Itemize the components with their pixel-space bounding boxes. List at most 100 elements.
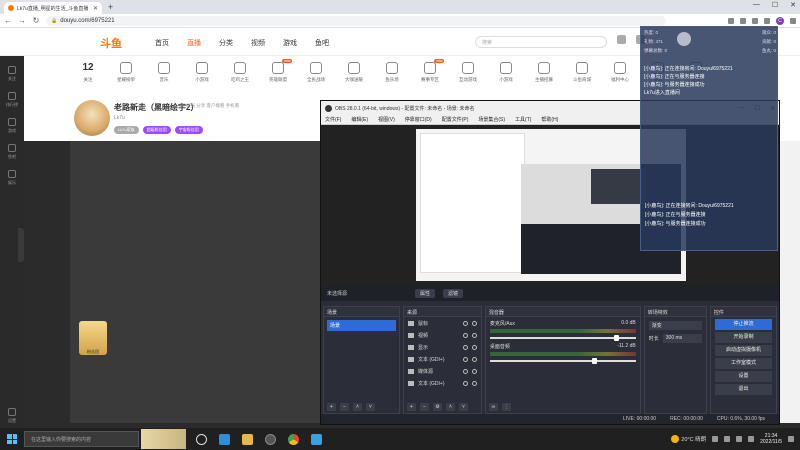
sidebar-item-entertainment[interactable]: 娱乐 (0, 170, 24, 186)
lock-icon[interactable] (471, 357, 477, 362)
volume-icon[interactable] (736, 436, 743, 442)
visibility-eye-icon[interactable] (462, 381, 468, 386)
lock-icon[interactable] (471, 333, 477, 338)
scene-item[interactable]: 场景 (327, 320, 396, 331)
streamer-avatar[interactable] (74, 100, 110, 136)
category-item[interactable]: 大咖送暖 (336, 62, 372, 83)
room-tag[interactable]: Lk7u家族 (114, 126, 139, 134)
danmaku-overlay[interactable]: 热度: 0 观众: 0 礼物: 471 贡献: 0 弹幕总数: 0 鱼丸: 0 [小鹿鸟]… (640, 26, 778, 251)
nav-fishbar[interactable]: 鱼吧 (315, 38, 329, 48)
source-item[interactable]: 文本 (GDI+) (407, 380, 477, 387)
obs-app-icon[interactable] (265, 433, 276, 445)
sidebar-toggle-icon[interactable] (764, 17, 770, 24)
clock[interactable]: 21:34 2022/11/5 (760, 433, 782, 445)
studio-mode-button[interactable]: 工作室模式 (714, 358, 772, 369)
nav-live[interactable]: 直播 (187, 38, 201, 48)
visibility-eye-icon[interactable] (462, 333, 468, 338)
reload-icon[interactable]: ↻ (32, 16, 40, 25)
app-icon[interactable] (311, 433, 322, 445)
host-name[interactable]: Lk7u (114, 115, 125, 121)
source-item[interactable]: 文本 (GDI+) (407, 356, 477, 363)
new-tab-button[interactable]: + (108, 2, 113, 12)
nav-category[interactable]: 分类 (219, 38, 233, 48)
filters-button[interactable]: 滤镜 (443, 288, 464, 298)
sidebar-item-rank[interactable]: 排行榜 (0, 92, 24, 108)
down-icon[interactable]: ˅ (458, 403, 468, 411)
maximize-button[interactable]: ☐ (772, 1, 778, 9)
volume-slider-knob[interactable] (613, 335, 619, 341)
minimize-button[interactable]: — (753, 1, 760, 9)
menu-item[interactable]: 帮助(H) (541, 116, 558, 123)
bookmark-star-icon[interactable] (740, 17, 746, 24)
category-item[interactable]: 星耀榜单 (108, 62, 144, 83)
properties-button[interactable]: 属性 (415, 288, 436, 298)
share-icon[interactable] (728, 17, 734, 24)
transition-select[interactable]: 渐变 (648, 321, 702, 330)
visibility-eye-icon[interactable] (462, 345, 468, 350)
file-explorer-icon[interactable] (242, 433, 253, 445)
category-item[interactable]: 赛事专区 new (412, 59, 448, 83)
sidebar-collapse-handle[interactable] (18, 228, 24, 262)
menu-item[interactable]: 配置文件(P) (442, 116, 469, 123)
down-icon[interactable]: ˅ (366, 403, 375, 411)
category-item[interactable]: 音乐 (146, 62, 182, 83)
category-item[interactable]: 福利中心 (602, 62, 638, 83)
category-item[interactable]: 小游戏 (488, 62, 524, 83)
exit-button[interactable]: 退出 (714, 384, 772, 395)
category-item[interactable]: 小游戏 (184, 62, 220, 83)
category-item[interactable]: 吃鸡之王 (222, 62, 258, 83)
category-item[interactable]: 鱼乐场 (374, 62, 410, 83)
duration-input[interactable]: 300 ms (662, 334, 702, 343)
menu-item[interactable]: 视图(V) (378, 116, 395, 123)
link-icon[interactable]: ∞ (488, 403, 498, 411)
start-button[interactable] (0, 428, 24, 450)
volume-slider[interactable] (489, 335, 636, 341)
add-icon[interactable]: + (406, 403, 416, 411)
lock-icon[interactable] (471, 381, 477, 386)
menu-item[interactable]: 工具(T) (515, 116, 531, 123)
visibility-eye-icon[interactable] (462, 369, 468, 374)
category-item[interactable]: 主播招募 (526, 62, 562, 83)
source-item[interactable]: 显示 (407, 344, 477, 351)
category-item[interactable]: 斗鱼商城 (564, 62, 600, 83)
lock-icon[interactable] (471, 321, 477, 326)
category-item[interactable]: 12 关注 (70, 62, 106, 83)
lock-icon[interactable] (471, 345, 477, 350)
category-item[interactable]: 互动游戏 (450, 62, 486, 83)
category-item[interactable]: 全民战场 (298, 62, 334, 83)
up-icon[interactable]: ˄ (445, 403, 455, 411)
chevron-up-icon[interactable] (712, 436, 719, 442)
visibility-eye-icon[interactable] (462, 357, 468, 362)
address-bar[interactable]: 🔒 douyu.com/6975221 (46, 15, 666, 26)
menu-item[interactable]: 文件(F) (325, 116, 341, 123)
notification-icon[interactable] (788, 436, 794, 442)
source-item[interactable]: 媒体源 (407, 368, 477, 375)
sidebar-item-games[interactable]: 游戏 (0, 118, 24, 134)
ime-icon[interactable] (748, 436, 755, 442)
history-icon[interactable] (617, 35, 626, 44)
visibility-eye-icon[interactable] (462, 321, 468, 326)
delete-icon[interactable]: − (419, 403, 429, 411)
menu-item[interactable]: 停靠窗口(D) (405, 116, 432, 123)
more-icon[interactable]: ⋮ (501, 403, 511, 411)
room-tag[interactable]: 超级粉丝团 (142, 126, 171, 134)
settings-button[interactable]: 设置 (714, 371, 772, 382)
weather-widget[interactable]: 20°C 晴朗 (671, 435, 706, 443)
edge-icon[interactable] (219, 433, 230, 445)
room-tag[interactable]: 宇宙粉丝团 (174, 126, 203, 134)
room-meta[interactable]: 举报 分享 客户端看 手机看 (186, 103, 239, 109)
sidebar-item-follow[interactable]: 关注 (0, 66, 24, 82)
menu-item[interactable]: 场景集合(S) (478, 116, 505, 123)
source-item[interactable]: 鼠标 (407, 320, 477, 327)
nav-video[interactable]: 视频 (251, 38, 265, 48)
stop-streaming-button[interactable]: 停止推流 (714, 319, 772, 330)
gear-icon[interactable]: ⚙ (432, 403, 442, 411)
profile-avatar[interactable]: C (776, 16, 784, 25)
start-virtual-camera-button[interactable]: 启动虚拟摄像机 (714, 345, 772, 356)
delete-icon[interactable]: − (340, 403, 349, 411)
sidebar-item-settings[interactable]: 设置 (0, 408, 24, 424)
extension-icon[interactable] (752, 17, 758, 24)
sidebar-item-fishbar[interactable]: 鱼吧 (0, 144, 24, 160)
close-window-button[interactable]: ✕ (790, 1, 796, 9)
forward-icon[interactable]: → (18, 16, 26, 25)
